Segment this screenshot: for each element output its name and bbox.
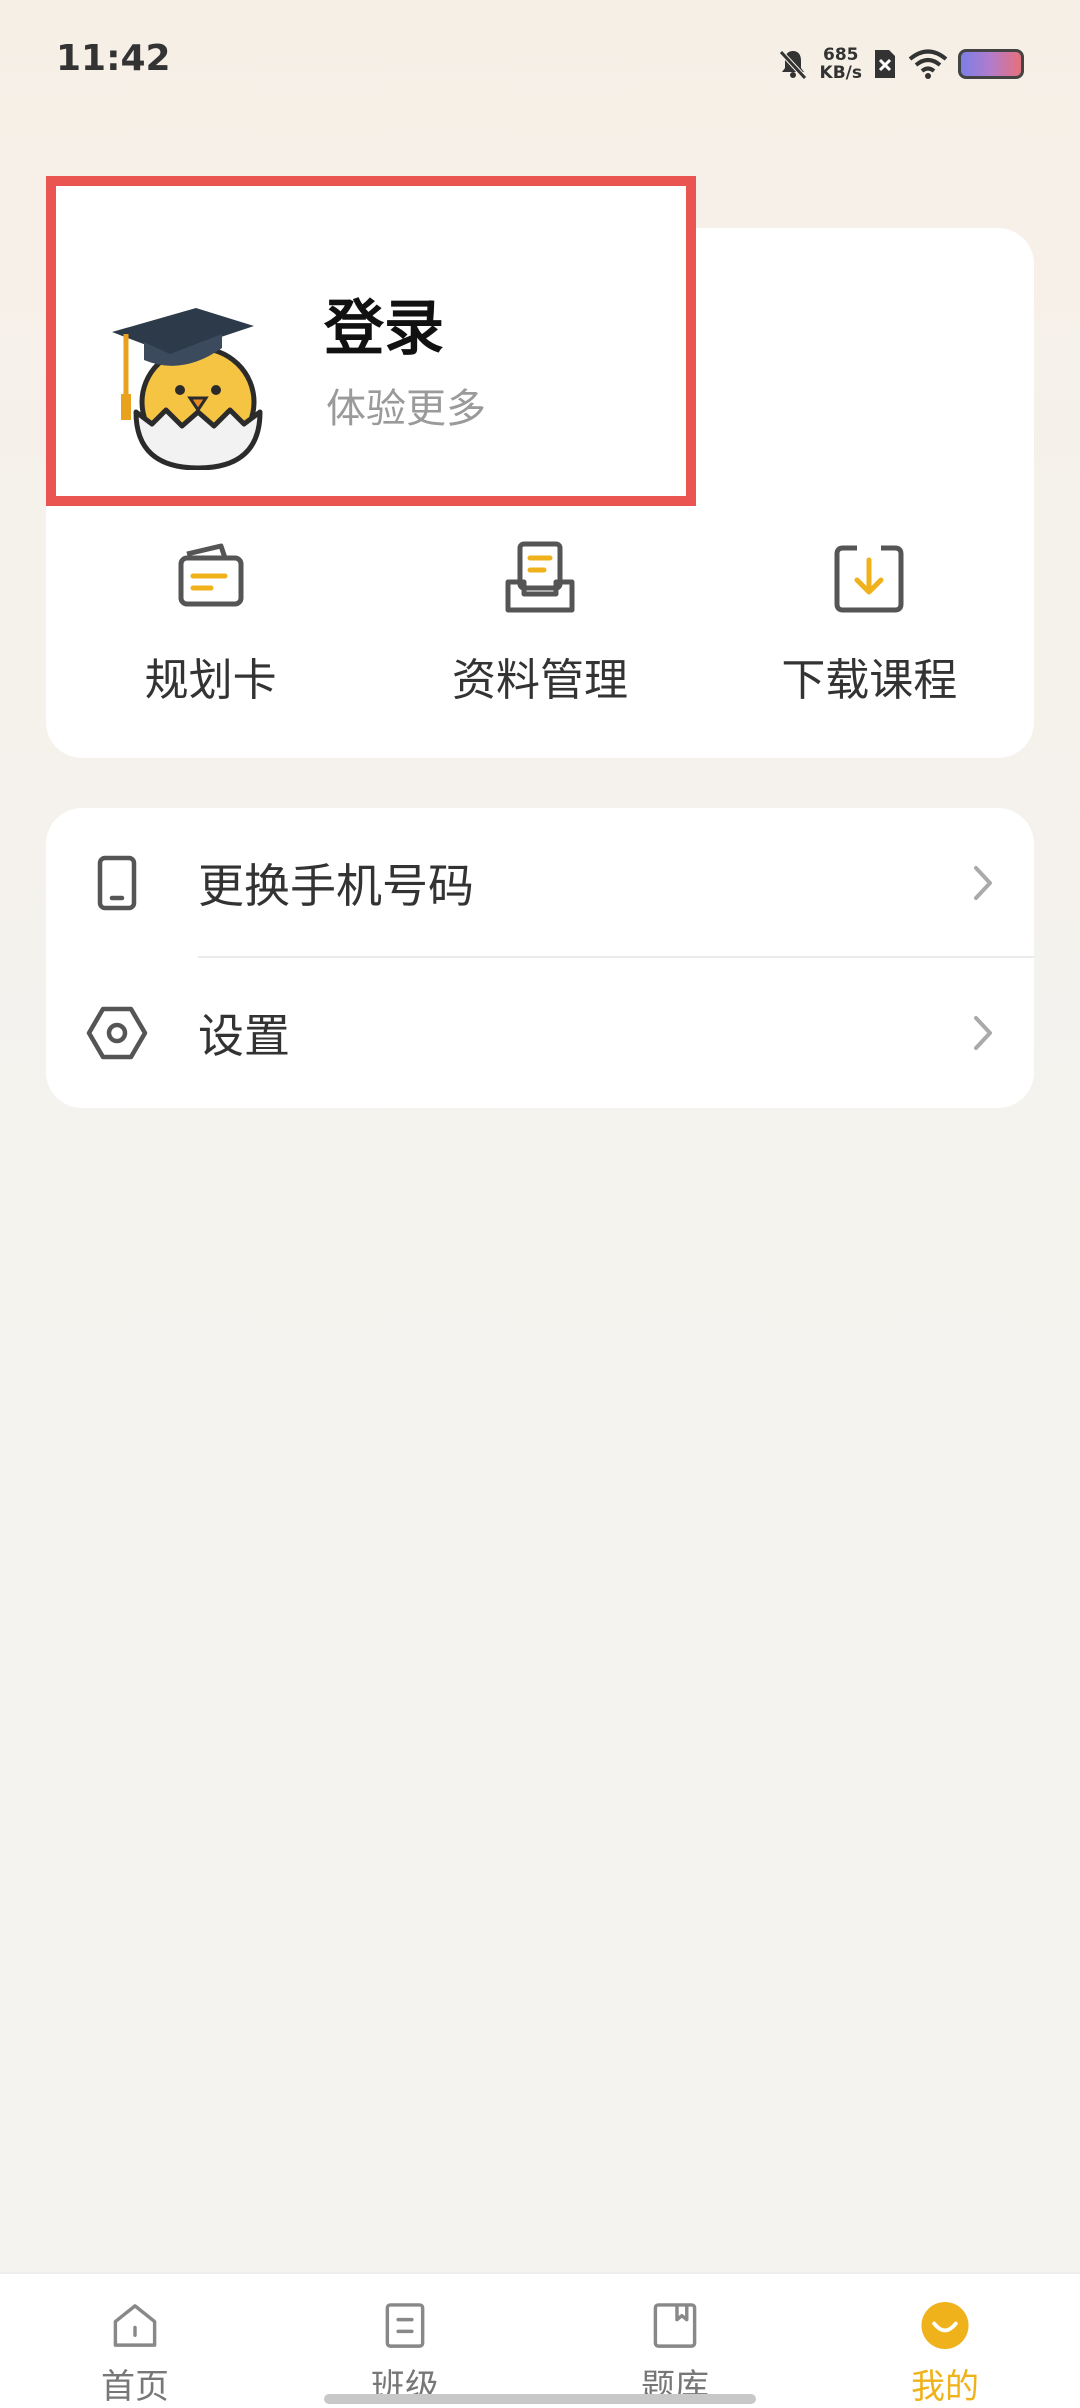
quick-action-label: 规划卡: [144, 655, 277, 706]
quick-action-label: 资料管理: [451, 655, 628, 706]
wifi-icon: [908, 49, 948, 79]
chevron-right-icon: [974, 1016, 992, 1050]
me-icon: [921, 2301, 969, 2350]
home-icon: [113, 2304, 157, 2347]
menu-item-label: 设置: [198, 1009, 290, 1063]
quick-action-planning-card[interactable]: 规划卡: [46, 520, 375, 730]
menu-item-change-phone[interactable]: 更换手机号码: [46, 808, 1034, 958]
network-speed-value: 685: [823, 45, 859, 65]
status-icons: 685 KB/s: [776, 44, 1024, 84]
tab-label: 我的: [911, 2367, 979, 2407]
quick-actions: 规划卡 资料管理 下载课程: [46, 520, 1034, 730]
tab-home[interactable]: 首页: [0, 2274, 270, 2408]
status-time: 11:42: [56, 38, 171, 79]
download-icon: [834, 545, 904, 613]
question-bank-icon: [653, 2303, 697, 2348]
tab-question-bank[interactable]: 题库: [540, 2274, 810, 2408]
tab-me[interactable]: 我的: [810, 2274, 1080, 2408]
status-bar: 11:42 685 KB/s: [0, 0, 1080, 130]
chevron-right-icon: [974, 866, 992, 900]
network-speed: 685 KB/s: [820, 46, 862, 82]
login-subtitle: 体验更多: [326, 386, 486, 432]
menu-item-settings[interactable]: 设置: [46, 958, 1034, 1108]
planning-card-icon: [178, 543, 244, 607]
no-sim-icon: [875, 50, 895, 78]
menu-item-label: 更换手机号码: [198, 859, 474, 913]
quick-action-label: 下载课程: [781, 655, 958, 706]
mute-bell-icon: [778, 50, 807, 80]
settings-icon: [86, 1006, 148, 1060]
materials-icon: [505, 541, 575, 613]
tab-class[interactable]: 班级: [270, 2274, 540, 2408]
battery-icon: [958, 49, 1024, 79]
tab-label: 首页: [101, 2367, 169, 2407]
phone-icon: [97, 855, 137, 911]
class-icon: [385, 2303, 425, 2348]
quick-action-download[interactable]: 下载课程: [705, 520, 1034, 730]
avatar[interactable]: [104, 290, 274, 470]
quick-action-materials[interactable]: 资料管理: [375, 520, 704, 730]
bottom-tab-bar: 首页 班级 题库 我的: [0, 2272, 1080, 2408]
login-title[interactable]: 登录: [324, 280, 444, 367]
menu-card: 更换手机号码 设置: [46, 808, 1034, 1108]
home-indicator[interactable]: [324, 2394, 756, 2404]
login-section[interactable]: 登录 体验更多: [46, 176, 696, 506]
network-speed-unit: KB/s: [819, 63, 862, 83]
